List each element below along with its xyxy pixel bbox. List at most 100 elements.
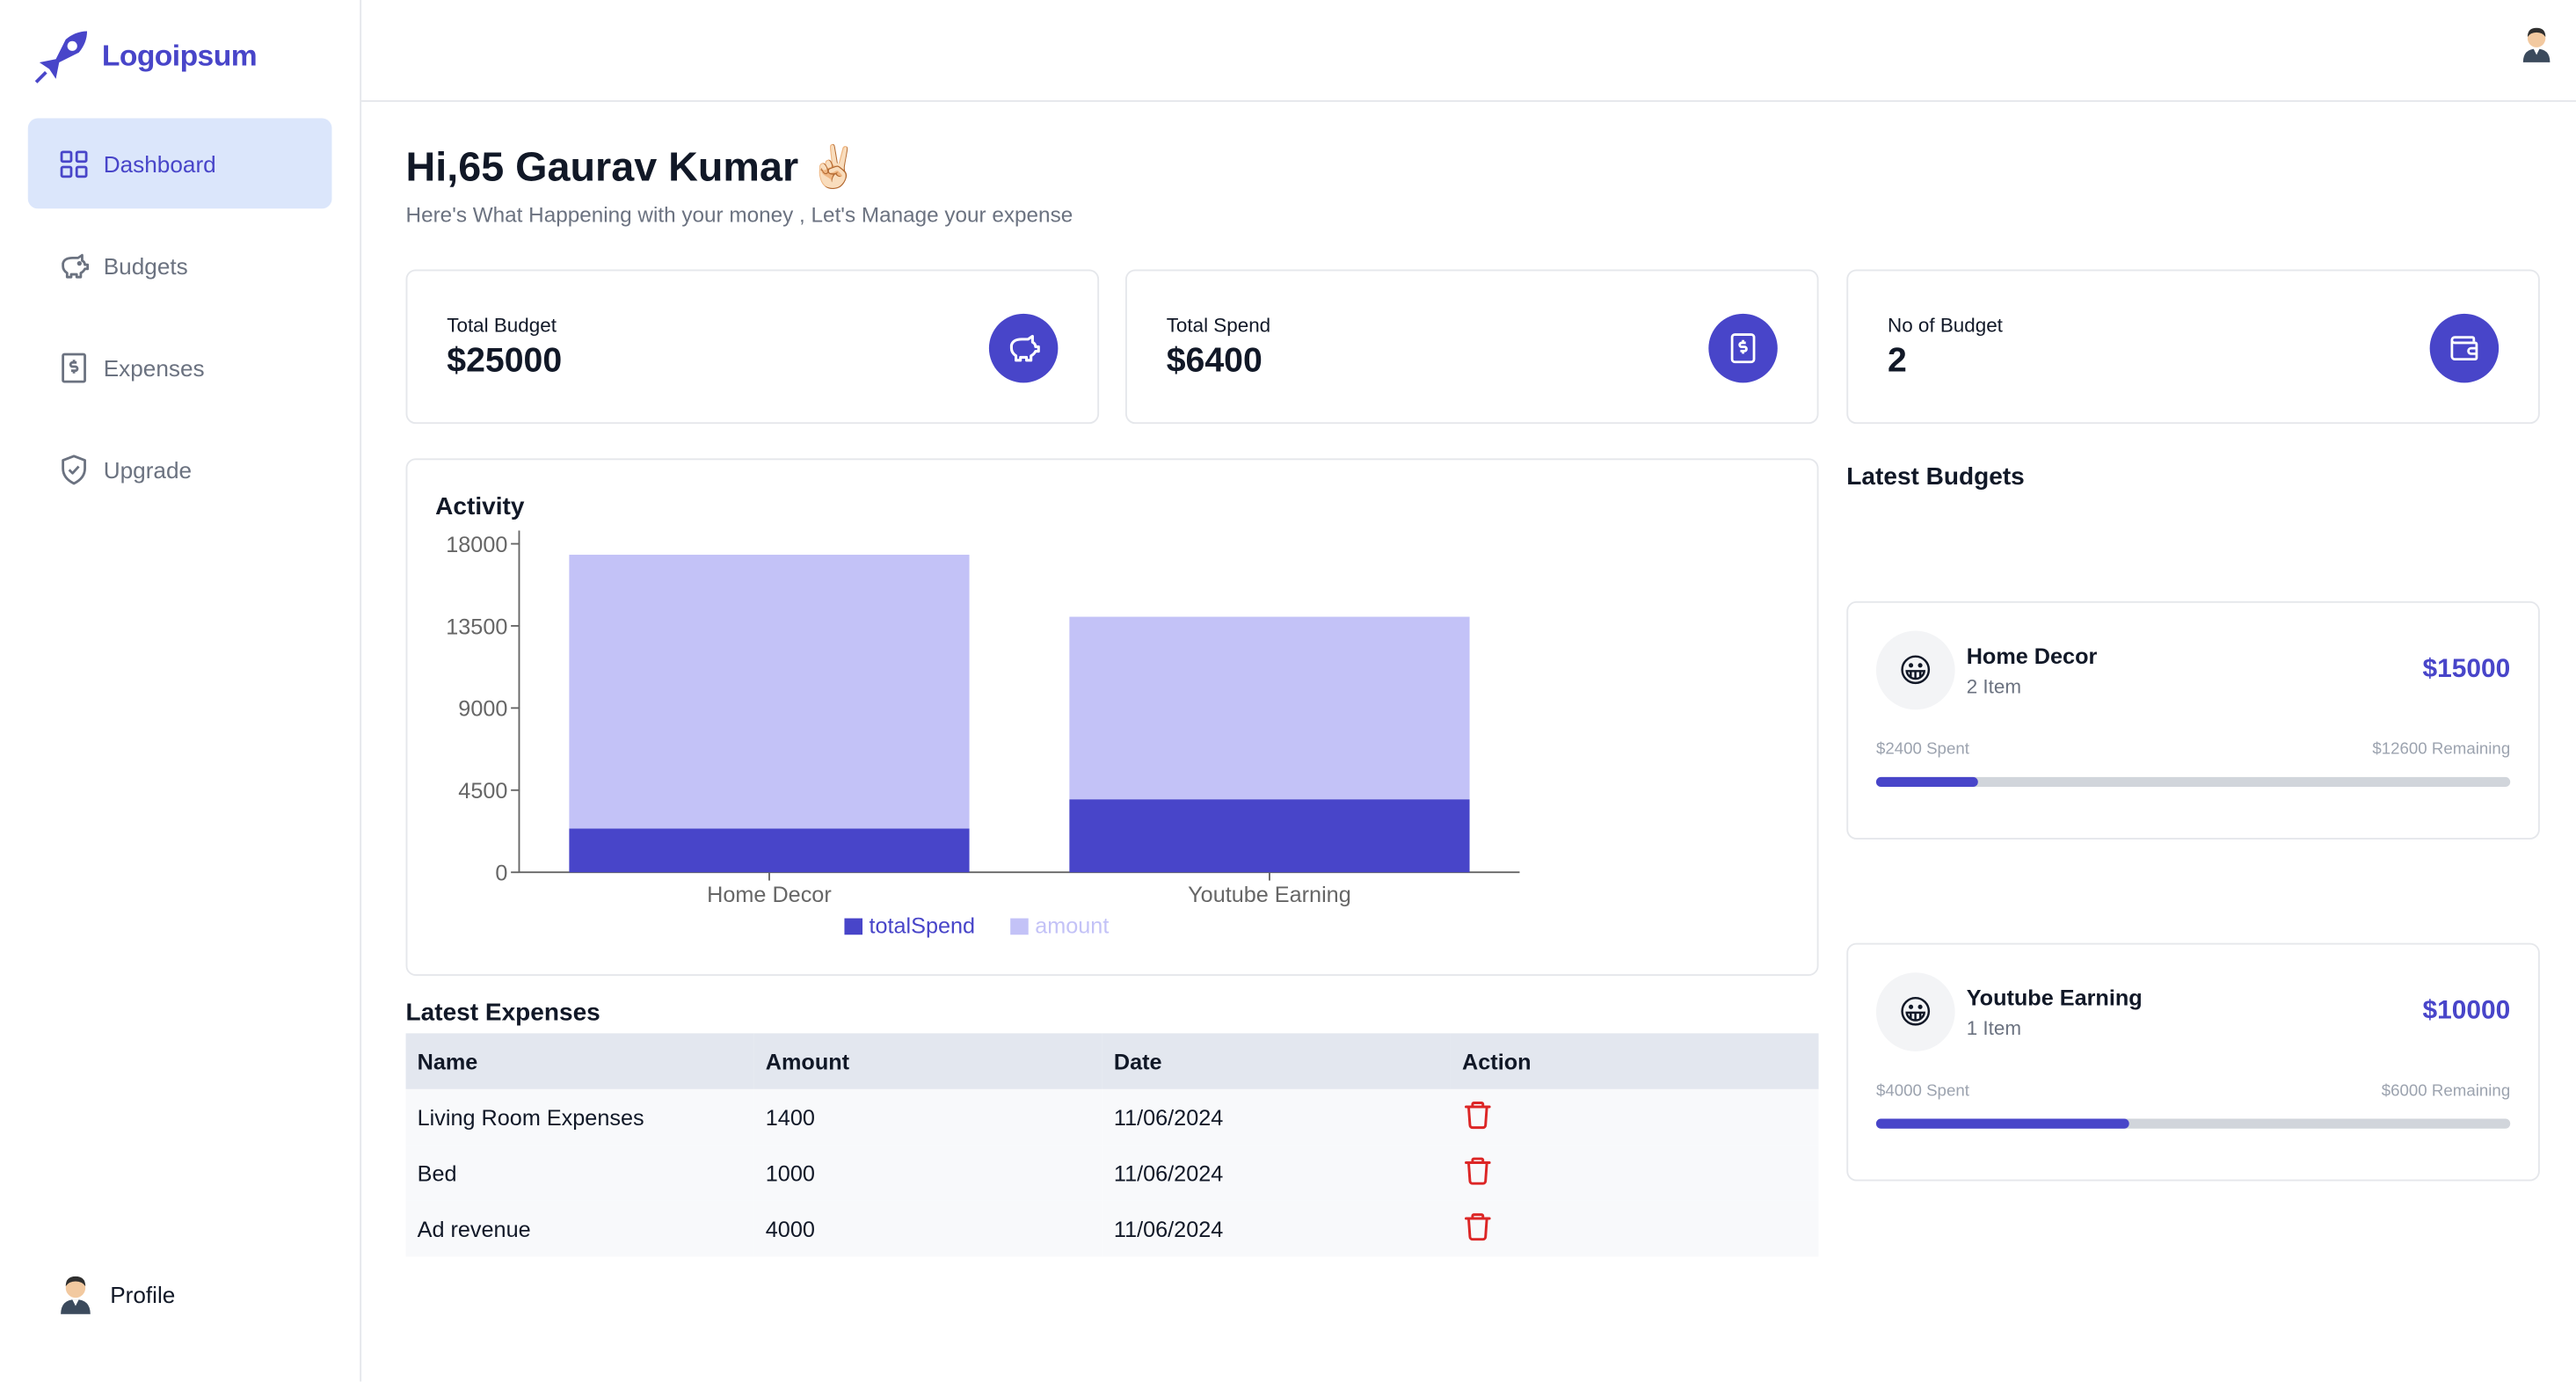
card-value: 2 [1888, 341, 1907, 380]
card-icon-badge [988, 313, 1059, 383]
activity-bar-chart: 0 4500 9000 13500 18000 Home Decor Youtube Ear… [446, 530, 1520, 938]
expense-amount: 4000 [753, 1200, 1102, 1257]
budget-emoji: 😀 [1875, 972, 1955, 1051]
sidebar-item-budgets[interactable]: Budgets [28, 220, 332, 310]
budget-spent: $4000 Spent [1875, 1082, 1969, 1101]
card-label: Total Spend [1166, 313, 1271, 338]
card-icon-badge [2429, 313, 2500, 383]
card-icon-badge [1708, 313, 1778, 383]
budget-progress-track [1875, 1118, 2511, 1129]
x-tick-label: Home Decor [707, 883, 832, 907]
x-tick-label: Youtube Earning [1188, 883, 1351, 907]
expense-amount: 1000 [753, 1145, 1102, 1201]
budget-item-count: 1 Item [1966, 1016, 2022, 1040]
budget-spent: $2400 Spent [1875, 740, 1969, 760]
bar-totalSpend [569, 828, 970, 873]
column-header: Action [1450, 1033, 1819, 1089]
budget-progress-fill [1875, 1118, 2130, 1129]
y-tick-label: 4500 [458, 779, 507, 804]
user-avatar[interactable] [2520, 25, 2552, 72]
trash-icon[interactable] [1462, 1155, 1494, 1187]
user-avatar-icon [61, 1276, 91, 1314]
budget-remaining: $12600 Remaining [2372, 740, 2511, 760]
trash-icon[interactable] [1462, 1099, 1494, 1131]
total-spend-card: Total Spend $6400 [1124, 269, 1819, 425]
legend-swatch [844, 918, 863, 935]
trash-icon[interactable] [1462, 1211, 1494, 1242]
expense-name: Bed [405, 1145, 754, 1201]
table-row: Living Room Expenses 1400 11/06/2024 [405, 1088, 1819, 1146]
receipt-icon [62, 352, 86, 382]
profile-label: Profile [110, 1281, 176, 1308]
expenses-table: Name Amount Date Action Living Room Expe… [405, 1033, 1819, 1257]
expense-name: Living Room Expenses [405, 1088, 754, 1146]
piggy-bank-icon [1009, 334, 1040, 362]
expense-action [1450, 1088, 1819, 1146]
column-header: Name [405, 1033, 754, 1089]
brand-name: Logoipsum [101, 38, 258, 72]
rocket-logo-icon [34, 31, 88, 84]
budget-name: Youtube Earning [1966, 986, 2143, 1011]
expense-date: 11/06/2024 [1102, 1200, 1451, 1257]
budget-progress-track [1875, 776, 2511, 788]
sidebar-nav: Dashboard Budgets Expenses Upgrade [27, 118, 332, 526]
y-tick-label: 18000 [446, 533, 507, 557]
expense-date: 11/06/2024 [1102, 1088, 1451, 1146]
legend-label: amount [1035, 913, 1109, 938]
piggy-bank-icon [62, 252, 90, 278]
expense-name: Ad revenue [405, 1200, 754, 1257]
budget-progress-fill [1875, 776, 1978, 788]
column-header: Date [1102, 1033, 1451, 1089]
top-bar [361, 0, 2576, 102]
sidebar-item-label: Dashboard [103, 149, 216, 177]
sidebar-item-label: Upgrade [103, 455, 193, 483]
legend-swatch [1010, 918, 1029, 935]
layout-grid-icon [60, 149, 88, 178]
receipt-icon [1730, 333, 1756, 364]
bar-amount [1069, 616, 1470, 800]
expense-date: 11/06/2024 [1102, 1145, 1451, 1201]
table-row: Ad revenue 4000 11/06/2024 [405, 1200, 1819, 1257]
sidebar-item-dashboard[interactable]: Dashboard [27, 118, 332, 209]
expense-amount: 1400 [753, 1088, 1102, 1146]
card-value: $25000 [447, 341, 563, 380]
sidebar: Logoipsum Dashboard Budgets Expenses Upg… [0, 0, 362, 1382]
shield-check-icon [62, 454, 86, 484]
budget-item-count: 2 Item [1966, 674, 2022, 699]
legend-label: totalSpend [869, 913, 975, 938]
total-budget-card: Total Budget $25000 [405, 269, 1100, 425]
user-avatar-icon [2522, 27, 2551, 62]
bar-totalSpend [1069, 799, 1470, 873]
card-label: Total Budget [447, 313, 557, 338]
page-subtitle: Here's What Happening with your money , … [405, 201, 1073, 227]
sidebar-item-upgrade[interactable]: Upgrade [28, 424, 332, 514]
budget-count-card: No of Budget 2 [1846, 269, 2540, 425]
budget-emoji: 😀 [1875, 630, 1955, 710]
y-tick-label: 0 [495, 862, 507, 886]
profile-link[interactable]: Profile [57, 1275, 175, 1314]
expense-action [1450, 1145, 1819, 1201]
budget-card-youtube-earning[interactable]: 😀 Youtube Earning 1 Item $10000 $4000 Sp… [1846, 942, 2540, 1182]
table-header-row: Name Amount Date Action [405, 1033, 1819, 1089]
card-value: $6400 [1166, 341, 1263, 380]
budget-name: Home Decor [1966, 644, 2098, 669]
victory-hand-emoji: ✌🏻 [808, 144, 860, 191]
y-tick-label: 13500 [446, 615, 507, 639]
y-tick-label: 9000 [458, 697, 507, 722]
sidebar-item-expenses[interactable]: Expenses [28, 322, 332, 412]
budget-card-home-decor[interactable]: 😀 Home Decor 2 Item $15000 $2400 Spent $… [1846, 600, 2540, 840]
greeting-text: Hi,65 Gaurav Kumar [405, 144, 799, 191]
sidebar-item-label: Budgets [103, 251, 188, 279]
logo[interactable]: Logoipsum [33, 26, 258, 85]
page-title: Hi,65 Gaurav Kumar ✌🏻 [406, 144, 860, 192]
column-header: Amount [753, 1033, 1102, 1089]
bar-amount [569, 554, 970, 829]
budget-amount: $15000 [2422, 655, 2511, 684]
expense-action [1450, 1200, 1819, 1257]
latest-expenses-title: Latest Expenses [405, 999, 600, 1027]
card-label: No of Budget [1888, 313, 2003, 338]
sidebar-item-label: Expenses [103, 353, 205, 381]
activity-chart-panel: Activity 0 4500 9000 13500 18000 Home Decor Yo… [405, 458, 1819, 976]
latest-budgets-title: Latest Budgets [1846, 462, 2025, 491]
budget-amount: $10000 [2422, 997, 2511, 1026]
